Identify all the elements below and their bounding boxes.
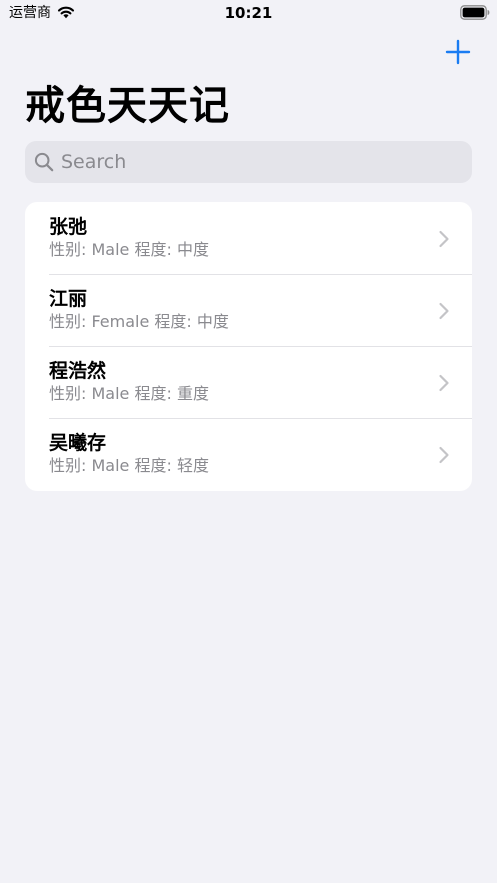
- record-name: 程浩然: [49, 360, 107, 382]
- list-item[interactable]: 吴曦存 性别: Male 程度: 轻度: [25, 418, 472, 490]
- chevron-right-icon: [439, 374, 449, 392]
- records-list: 张弛 性别: Male 程度: 中度 江丽 性别: Female 程度: 中度 …: [25, 202, 472, 491]
- chevron-right-icon: [439, 230, 449, 248]
- battery-icon: [460, 5, 490, 20]
- status-bar: 运营商 10:21: [0, 0, 497, 26]
- search-icon: [34, 152, 54, 172]
- row-divider: [49, 418, 472, 419]
- record-name: 吴曦存: [49, 432, 107, 454]
- list-item[interactable]: 江丽 性别: Female 程度: 中度: [25, 274, 472, 346]
- clock: 10:21: [224, 4, 273, 22]
- row-divider: [49, 274, 472, 275]
- add-record-button[interactable]: [443, 37, 473, 67]
- record-details: 性别: Male 程度: 轻度: [49, 456, 209, 475]
- record-name: 张弛: [49, 216, 88, 238]
- record-details: 性别: Female 程度: 中度: [49, 312, 229, 331]
- page-title: 戒色天天记: [25, 83, 230, 129]
- list-item[interactable]: 程浩然 性别: Male 程度: 重度: [25, 346, 472, 418]
- record-details: 性别: Male 程度: 中度: [49, 240, 209, 259]
- record-name: 江丽: [49, 288, 88, 310]
- chevron-right-icon: [439, 446, 449, 464]
- row-divider: [49, 346, 472, 347]
- record-details: 性别: Male 程度: 重度: [49, 384, 209, 403]
- plus-icon: [445, 39, 471, 65]
- chevron-right-icon: [439, 302, 449, 320]
- search-input[interactable]: [61, 141, 461, 183]
- search-bar[interactable]: [25, 141, 472, 183]
- list-item[interactable]: 张弛 性别: Male 程度: 中度: [25, 202, 472, 274]
